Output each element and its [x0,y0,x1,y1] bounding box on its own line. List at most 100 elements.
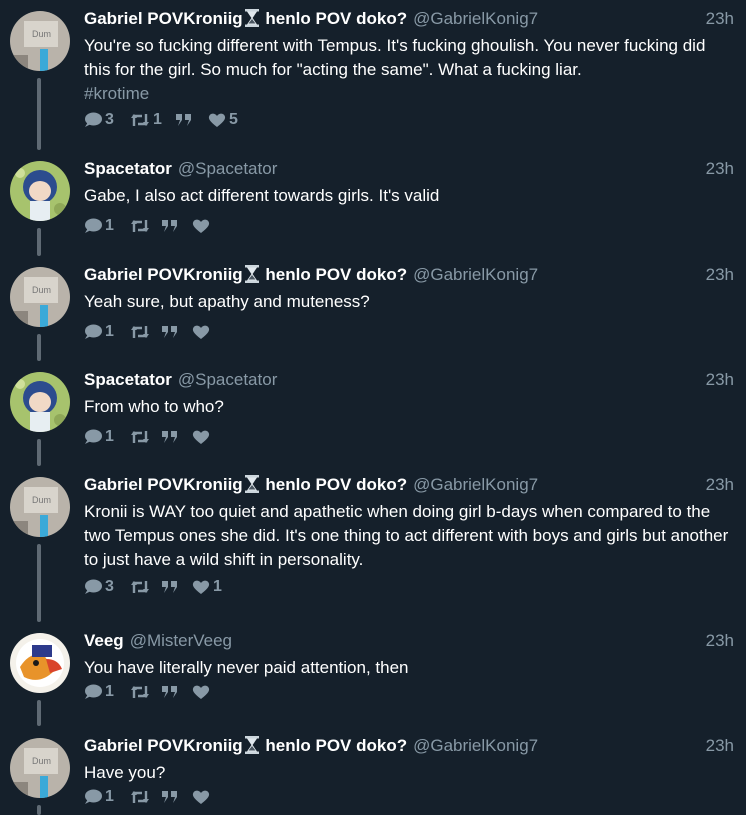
username-handle[interactable]: @MisterVeeg [130,631,232,650]
svg-text:Dum: Dum [32,756,51,766]
speech-bubble-icon [85,324,102,339]
reply-count: 3 [105,578,114,595]
tweet-5[interactable]: Veeg @MisterVeeg 23h You have literally n… [0,622,746,726]
timestamp[interactable]: 23h [706,475,734,495]
timestamp[interactable]: 23h [706,265,734,285]
display-name[interactable]: Spacetator [84,370,172,389]
like-button[interactable]: 1 [192,576,222,598]
speech-bubble-icon [85,789,102,804]
reply-button[interactable]: 1 [84,321,114,343]
avatar-spacetator[interactable] [10,372,70,432]
quote-button[interactable] [161,215,179,237]
display-name[interactable]: Veeg [84,631,124,650]
avatar-gabriel[interactable]: Dum [10,11,70,71]
hashtag-link[interactable]: #krotime [84,82,734,106]
quote-marks-icon [176,114,191,126]
speech-bubble-icon [85,218,102,233]
thread-connector [37,78,41,150]
reply-button[interactable]: 1 [84,681,114,703]
tweet-text-content: You're so fucking different with Tempus.… [84,36,706,79]
tweet-text: Have you? [84,763,166,782]
like-button[interactable] [192,321,210,343]
tweet-header: Spacetator @Spacetator 23h [84,159,734,181]
tweet-1[interactable]: Spacetator @Spacetator 23h Gabe, I also a… [0,150,746,256]
tweet-text: From who to who? [84,397,224,416]
retweet-button[interactable] [130,576,150,598]
like-count: 5 [229,111,238,128]
tweet-text: Gabe, I also act different towards girls… [84,186,440,205]
thread-connector [37,439,41,466]
speech-bubble-icon [85,112,102,127]
avatar-gabriel[interactable]: Dum [10,267,70,327]
tweet-3[interactable]: Spacetator @Spacetator 23h From who to wh… [0,361,746,466]
quote-button[interactable] [175,109,193,131]
tweet-6[interactable]: Dum Gabriel POVKroniig henlo POV doko? @G… [0,727,746,815]
retweet-button[interactable] [130,215,150,237]
retweet-button[interactable] [130,321,150,343]
quote-marks-icon [162,791,177,803]
like-button[interactable] [192,786,210,808]
timestamp[interactable]: 23h [706,370,734,390]
retweet-count: 1 [153,111,162,128]
display-name[interactable]: Gabriel POVKroniig henlo POV doko? [84,736,407,755]
reply-count: 1 [105,217,114,234]
heart-icon [192,685,210,699]
retweet-button[interactable] [130,786,150,808]
tweet-header: Veeg @MisterVeeg 23h [84,631,734,653]
retweet-button[interactable] [130,681,150,703]
reply-button[interactable]: 3 [84,109,114,131]
username-handle[interactable]: @GabrielKonig7 [413,736,538,755]
timestamp[interactable]: 23h [706,159,734,179]
like-button[interactable]: 5 [208,109,238,131]
display-name[interactable]: Gabriel POVKroniig henlo POV doko? [84,9,407,28]
reply-button[interactable]: 1 [84,426,114,448]
tweet-2[interactable]: Dum Gabriel POVKroniig henlo POV doko? @G… [0,256,746,361]
quote-marks-icon [162,581,177,593]
quote-button[interactable] [161,426,179,448]
svg-text:Dum: Dum [32,29,51,39]
reply-count: 1 [105,683,114,700]
avatar-spacetator[interactable] [10,161,70,221]
svg-text:Dum: Dum [32,495,51,505]
avatar-gabriel[interactable]: Dum [10,477,70,537]
display-name[interactable]: Gabriel POVKroniig henlo POV doko? [84,265,407,284]
timestamp[interactable]: 23h [706,9,734,29]
hourglass-icon [244,736,259,754]
reply-button[interactable]: 3 [84,576,114,598]
reply-button[interactable]: 1 [84,215,114,237]
avatar-veeg[interactable] [10,633,70,693]
hourglass-icon [244,475,259,493]
username-handle[interactable]: @GabrielKonig7 [413,475,538,494]
display-name[interactable]: Spacetator [84,159,172,178]
quote-button[interactable] [161,576,179,598]
display-name[interactable]: Gabriel POVKroniig henlo POV doko? [84,475,407,494]
retweet-button[interactable]: 1 [130,109,162,131]
heart-icon [192,430,210,444]
like-button[interactable] [192,215,210,237]
username-handle[interactable]: @GabrielKonig7 [413,9,538,28]
svg-text:Dum: Dum [32,285,51,295]
quote-button[interactable] [161,786,179,808]
retweet-button[interactable] [130,426,150,448]
like-button[interactable] [192,426,210,448]
quote-button[interactable] [161,321,179,343]
thread-connector [37,228,41,256]
reply-count: 1 [105,323,114,340]
avatar-gabriel[interactable]: Dum [10,738,70,798]
reply-button[interactable]: 1 [84,786,114,808]
username-handle[interactable]: @Spacetator [178,370,277,389]
reply-count: 1 [105,428,114,445]
tweet-0[interactable]: Dum Gabriel POVKroniig henlo POV doko? @G… [0,0,746,150]
tweet-4[interactable]: Dum Gabriel POVKroniig henlo POV doko? @G… [0,466,746,622]
heart-icon [208,113,226,127]
quote-button[interactable] [161,681,179,703]
username-handle[interactable]: @Spacetator [178,159,277,178]
timestamp[interactable]: 23h [706,736,734,756]
retweet-arrows-icon [131,326,149,338]
username-handle[interactable]: @GabrielKonig7 [413,265,538,284]
tweet-header: Gabriel POVKroniig henlo POV doko? @Gabri… [84,265,734,287]
speech-bubble-icon [85,684,102,699]
quote-marks-icon [162,326,177,338]
like-button[interactable] [192,681,210,703]
timestamp[interactable]: 23h [706,631,734,651]
